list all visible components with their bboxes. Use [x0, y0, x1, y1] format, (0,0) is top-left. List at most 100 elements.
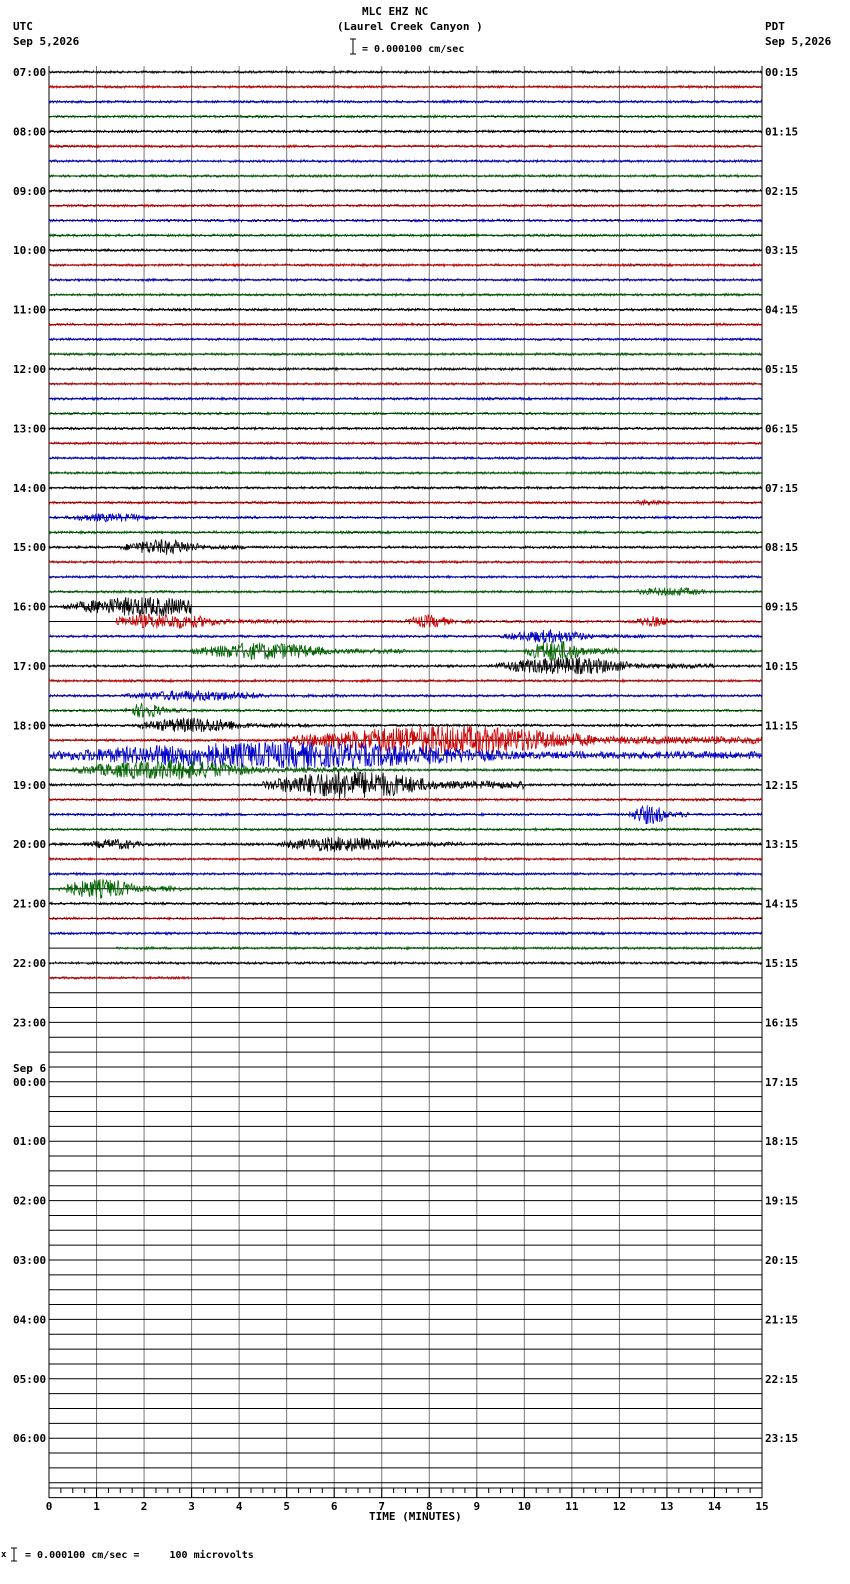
seismic-trace [48, 69, 762, 75]
scale-bar-icon [350, 38, 356, 55]
utc-date-label: Sep 6 [13, 1062, 46, 1075]
utc-hour-label: 15:00 [13, 541, 46, 554]
utc-hour-label: 06:00 [13, 1432, 46, 1445]
seismic-trace [48, 960, 763, 966]
station-title: MLC EHZ NC [362, 5, 429, 18]
footer-marker: x [1, 1550, 7, 1560]
utc-hour-label: 08:00 [13, 125, 46, 138]
utc-hour-label: 01:00 [13, 1135, 46, 1148]
seismic-trace [48, 596, 192, 617]
utc-hour-label: 21:00 [13, 898, 46, 911]
left-date: Sep 5,2026 [13, 35, 80, 48]
right-timezone: PDT [765, 20, 785, 33]
pdt-hour-label: 20:15 [765, 1254, 798, 1267]
x-tick-label: 5 [283, 1500, 290, 1513]
pdt-hour-label: 00:15 [765, 66, 798, 79]
x-tick-label: 11 [565, 1500, 579, 1513]
pdt-hour-label: 06:15 [765, 422, 798, 435]
station-location: (Laurel Creek Canyon ) [337, 20, 483, 33]
footer-scale-label: = 0.000100 cm/sec = 100 microvolts [25, 1550, 254, 1561]
pdt-hour-label: 18:15 [765, 1135, 798, 1148]
utc-hour-label: 04:00 [13, 1313, 46, 1326]
pdt-hour-label: 09:15 [765, 601, 798, 614]
pdt-hour-label: 17:15 [765, 1076, 798, 1089]
footer-scale-bar-icon [11, 1547, 17, 1562]
seismic-trace [48, 930, 763, 936]
seismic-trace [48, 498, 762, 506]
pdt-hour-label: 01:15 [765, 125, 798, 138]
utc-hour-label: 03:00 [13, 1254, 46, 1267]
x-tick-label: 10 [518, 1500, 531, 1513]
pdt-hour-label: 11:15 [765, 719, 798, 732]
pdt-hour-label: 22:15 [765, 1373, 798, 1386]
utc-hour-label: 22:00 [13, 957, 46, 970]
scale-label: = 0.000100 cm/sec [362, 44, 465, 55]
seismic-trace [48, 826, 763, 832]
pdt-hour-label: 07:15 [765, 482, 798, 495]
utc-hour-label: 16:00 [13, 601, 46, 614]
seismic-trace [48, 158, 763, 164]
utc-hour-label: 11:00 [13, 304, 46, 317]
right-date: Sep 5,2026 [765, 35, 832, 48]
pdt-hour-label: 13:15 [765, 838, 798, 851]
seismogram-plot: 0 1 2 3 4 5 6 7 8 9 10 11 12 13 14 15 07:00 00:1508:00 01… [11, 38, 798, 1562]
pdt-hour-label: 10:15 [765, 660, 798, 673]
pdt-hour-label: 05:15 [765, 363, 798, 376]
x-tick-label: 3 [188, 1500, 195, 1513]
pdt-hour-label: 12:15 [765, 779, 798, 792]
x-tick-label: 13 [660, 1500, 673, 1513]
pdt-hour-label: 16:15 [765, 1016, 798, 1029]
pdt-hour-label: 08:15 [765, 541, 798, 554]
seismic-trace [48, 321, 763, 328]
pdt-hour-label: 15:15 [765, 957, 798, 970]
x-axis-label: TIME (MINUTES) [369, 1510, 462, 1523]
seismic-trace [48, 84, 763, 90]
utc-hour-label: 09:00 [13, 185, 46, 198]
utc-hour-label: 17:00 [13, 660, 46, 673]
utc-hour-label: 00:00 [13, 1076, 46, 1089]
utc-hour-label: 19:00 [13, 779, 46, 792]
seismic-trace [48, 336, 762, 343]
seismic-trace [48, 203, 762, 209]
utc-hour-label: 18:00 [13, 719, 46, 732]
utc-hour-label: 05:00 [13, 1373, 46, 1386]
pdt-hour-label: 21:15 [765, 1313, 798, 1326]
utc-hour-label: 07:00 [13, 66, 46, 79]
x-tick-label: 9 [473, 1500, 480, 1513]
seismic-trace [48, 641, 763, 661]
seismic-trace [48, 678, 763, 684]
pdt-hour-label: 02:15 [765, 185, 798, 198]
x-tick-label: 0 [46, 1500, 53, 1513]
seismic-trace [48, 656, 763, 675]
x-tick-label: 12 [613, 1500, 626, 1513]
seismic-trace [48, 717, 763, 733]
seismic-trace [48, 381, 763, 387]
x-tick-label: 2 [141, 1500, 148, 1513]
utc-hour-label: 02:00 [13, 1195, 46, 1208]
utc-hour-label: 12:00 [13, 363, 46, 376]
seismic-traces [48, 69, 763, 981]
seismic-trace [48, 217, 763, 224]
utc-hour-label: 10:00 [13, 244, 46, 257]
seismic-trace [48, 771, 763, 799]
seismic-trace [48, 232, 762, 239]
x-tick-label: 14 [708, 1500, 722, 1513]
x-tick-label: 6 [331, 1500, 338, 1513]
utc-hour-label: 23:00 [13, 1016, 46, 1029]
seismic-trace [48, 113, 762, 120]
seismic-trace [48, 247, 763, 253]
pdt-hour-label: 03:15 [765, 244, 798, 257]
left-timezone: UTC [13, 20, 33, 33]
x-tick-label: 15 [755, 1500, 768, 1513]
pdt-hour-label: 19:15 [765, 1195, 798, 1208]
pdt-hour-label: 23:15 [765, 1432, 798, 1445]
x-tick-label: 4 [236, 1500, 243, 1513]
pdt-hour-label: 04:15 [765, 304, 798, 317]
seismic-trace [48, 173, 763, 179]
utc-hour-label: 13:00 [13, 422, 46, 435]
seismic-trace [48, 396, 762, 402]
utc-hour-label: 14:00 [13, 482, 46, 495]
pdt-hour-label: 14:15 [765, 898, 798, 911]
utc-hour-label: 20:00 [13, 838, 46, 851]
seismic-trace [48, 574, 763, 580]
